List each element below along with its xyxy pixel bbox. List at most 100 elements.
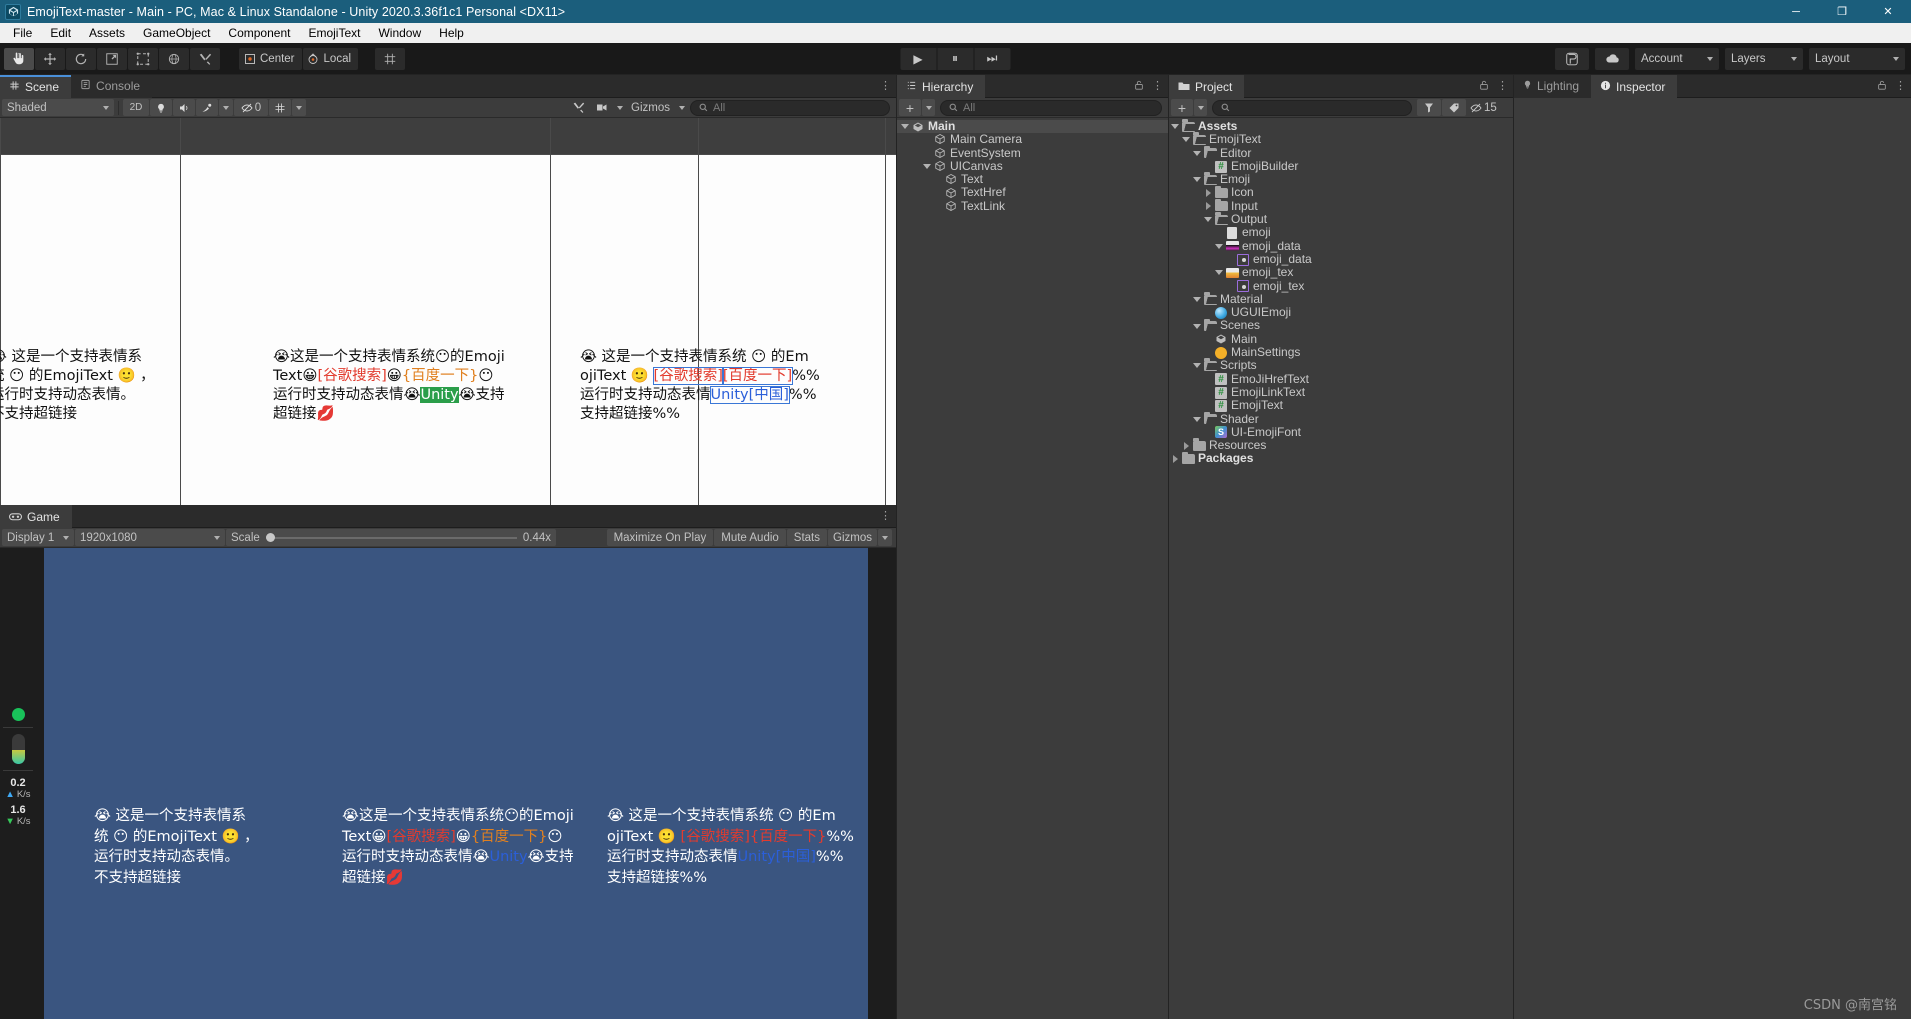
tree-row[interactable]: Main <box>897 119 1168 134</box>
account-dropdown[interactable]: Account <box>1635 47 1719 70</box>
lock-icon[interactable] <box>1479 79 1489 94</box>
tree-row[interactable]: Assets <box>1169 119 1513 133</box>
transform-tool-button[interactable] <box>159 47 189 70</box>
resolution-dropdown[interactable]: 1920x1080 <box>75 529 225 546</box>
tree-row[interactable]: Material <box>1169 292 1513 306</box>
scene-hidden-objects[interactable]: 0 <box>234 99 268 116</box>
close-button[interactable]: ✕ <box>1865 0 1911 23</box>
maximize-on-play-button[interactable]: Maximize On Play <box>606 529 714 546</box>
rect-tool-button[interactable] <box>128 47 158 70</box>
menu-help[interactable]: Help <box>430 24 473 42</box>
tree-row[interactable]: emoji <box>1169 226 1513 239</box>
twisty-icon[interactable] <box>1213 270 1225 276</box>
scene-tools-icon[interactable] <box>566 99 590 116</box>
game-gizmos-dropdown[interactable] <box>878 529 892 546</box>
twisty-icon[interactable] <box>1202 189 1214 198</box>
twisty-icon[interactable] <box>1191 363 1203 369</box>
twisty-icon[interactable] <box>1180 441 1192 450</box>
scale-slider[interactable] <box>265 532 517 544</box>
tree-row[interactable]: Main Camera <box>897 132 1168 146</box>
project-tree-container[interactable]: Assets EmojiText Editor # EmojiBuilder Emoji I… <box>1169 118 1513 1019</box>
tree-row[interactable]: Scenes <box>1169 318 1513 332</box>
hidden-packages-toggle[interactable]: 15 <box>1467 99 1500 116</box>
custom-tool-button[interactable] <box>190 47 220 70</box>
twisty-icon[interactable] <box>1169 455 1181 464</box>
twisty-icon[interactable] <box>1202 202 1214 211</box>
tree-row[interactable]: # EmojiText <box>1169 398 1513 412</box>
hierarchy-search-input[interactable]: All <box>940 99 1162 116</box>
kebab-menu-icon[interactable]: ⋮ <box>1497 81 1509 92</box>
tree-row[interactable]: Shader <box>1169 411 1513 426</box>
cloud-button[interactable] <box>1595 47 1629 70</box>
kebab-menu-icon[interactable]: ⋮ <box>880 511 892 522</box>
scene-lighting-toggle[interactable] <box>150 99 172 116</box>
scene-search-input[interactable]: All <box>690 99 890 116</box>
game-view-canvas[interactable]: 😭 这是一个支持表情系 统 😶 的EmojiText 🙂 ， 运行时支持动态表情… <box>0 548 896 1019</box>
twisty-icon[interactable] <box>1191 416 1203 422</box>
tab-hierarchy[interactable]: Hierarchy <box>897 74 986 98</box>
twisty-icon[interactable] <box>899 124 911 130</box>
tree-row[interactable]: # EmojiLinkText <box>1169 385 1513 399</box>
scene-camera-dropdown[interactable] <box>614 99 626 116</box>
scale-tool-button[interactable] <box>97 47 127 70</box>
kebab-menu-icon[interactable]: ⋮ <box>1895 81 1907 92</box>
display-dropdown[interactable]: Display 1 <box>2 529 74 546</box>
tab-console[interactable]: Console <box>71 74 153 98</box>
tree-row[interactable]: TextLink <box>897 199 1168 213</box>
minimize-button[interactable]: ─ <box>1773 0 1819 23</box>
maximize-button[interactable]: ❐ <box>1819 0 1865 23</box>
play-button[interactable]: ▶ <box>900 47 936 70</box>
tree-row[interactable]: emoji_data <box>1169 239 1513 253</box>
scene-camera-icon[interactable] <box>591 99 613 116</box>
tab-scene[interactable]: Scene <box>0 74 72 98</box>
twisty-icon[interactable] <box>1213 243 1225 249</box>
pause-button[interactable]: ⏸ <box>937 47 973 70</box>
project-tree[interactable]: Assets EmojiText Editor # EmojiBuilder Emoji I… <box>1169 118 1513 466</box>
collab-button[interactable] <box>1555 47 1589 70</box>
menu-assets[interactable]: Assets <box>80 24 134 42</box>
tree-row[interactable]: UGUIEmoji <box>1169 305 1513 319</box>
scene-grid-dropdown[interactable] <box>292 99 306 116</box>
scale-slider-group[interactable]: Scale 0.44x <box>226 529 556 546</box>
mute-audio-button[interactable]: Mute Audio <box>714 529 786 546</box>
scene-fx-toggle[interactable] <box>196 99 218 116</box>
tree-row[interactable]: Icon <box>1169 185 1513 199</box>
menu-window[interactable]: Window <box>369 24 430 42</box>
pivot-mode-button[interactable]: Center <box>239 47 302 70</box>
project-search-input[interactable] <box>1212 99 1412 116</box>
hierarchy-tree[interactable]: Main Main Camera EventSystem UICanvas Text Te… <box>897 118 1168 213</box>
tree-row[interactable]: Input <box>1169 198 1513 213</box>
layers-dropdown[interactable]: Layers <box>1725 47 1803 70</box>
shading-mode-dropdown[interactable]: Shaded <box>2 99 114 116</box>
scene-audio-toggle[interactable] <box>173 99 195 116</box>
scene-grid-visibility-toggle[interactable] <box>269 99 291 116</box>
scene-gizmos-button[interactable]: Gizmos <box>627 99 674 116</box>
tree-row[interactable]: # EmoJiHrefText <box>1169 372 1513 386</box>
twisty-icon[interactable] <box>1169 124 1181 130</box>
twisty-icon[interactable] <box>1202 217 1214 223</box>
move-tool-button[interactable] <box>35 47 65 70</box>
tree-row[interactable]: S UI-EmojiFont <box>1169 425 1513 439</box>
menu-component[interactable]: Component <box>219 24 299 42</box>
menu-edit[interactable]: Edit <box>41 24 80 42</box>
tree-row[interactable]: UICanvas <box>897 159 1168 173</box>
tree-row[interactable]: TextHref <box>897 186 1168 199</box>
lock-icon[interactable] <box>1134 79 1144 94</box>
grid-snap-icon[interactable] <box>375 47 406 70</box>
tree-row[interactable]: Main <box>1169 332 1513 346</box>
tree-row[interactable]: EventSystem <box>897 146 1168 160</box>
stats-button[interactable]: Stats <box>786 529 828 546</box>
add-gameobject-dropdown[interactable] <box>922 99 935 116</box>
twisty-icon[interactable] <box>1191 177 1203 183</box>
tree-row[interactable]: Scripts <box>1169 358 1513 372</box>
tab-project[interactable]: Project <box>1169 74 1245 98</box>
twisty-icon[interactable] <box>921 164 933 170</box>
tree-row[interactable]: EmojiText <box>1169 132 1513 146</box>
menu-file[interactable]: File <box>4 24 41 42</box>
tree-row[interactable]: Text <box>897 172 1168 186</box>
filter-by-type-icon[interactable] <box>1417 99 1441 116</box>
handle-rotation-button[interactable]: Local <box>302 47 359 70</box>
kebab-menu-icon[interactable]: ⋮ <box>1152 81 1164 92</box>
game-render-area[interactable]: 😭 这是一个支持表情系 统 😶 的EmojiText 🙂 ， 运行时支持动态表情… <box>44 548 868 1019</box>
twisty-icon[interactable] <box>1180 137 1192 143</box>
